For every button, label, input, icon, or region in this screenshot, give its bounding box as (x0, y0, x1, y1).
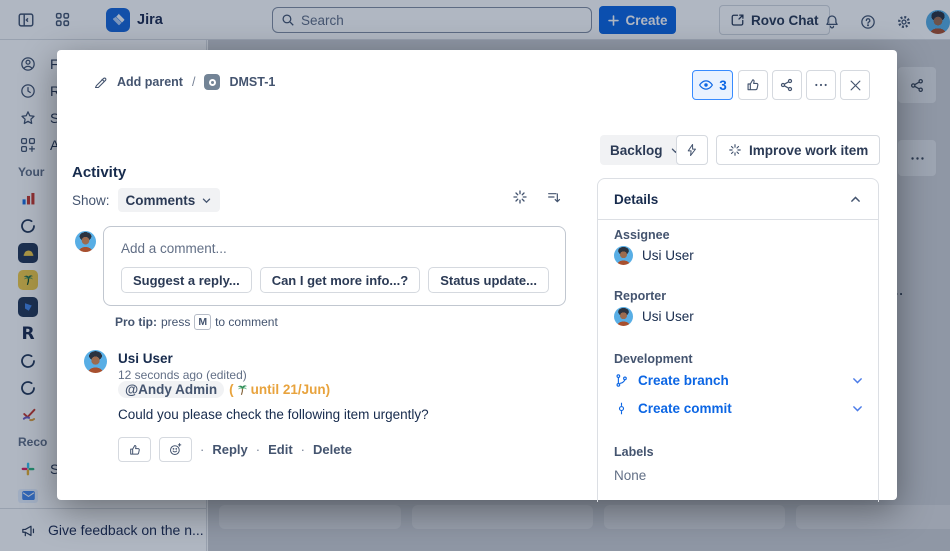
chevron-up-icon (849, 193, 862, 206)
assignee-field[interactable]: Usi User (614, 246, 694, 265)
commit-icon (614, 401, 629, 416)
action-separator: · (301, 442, 305, 457)
more-options-icon[interactable] (806, 70, 836, 100)
ooo-text: until 21/Jun) (251, 382, 331, 397)
edit-button[interactable]: Edit (268, 442, 293, 457)
like-thumbs-up-icon[interactable] (738, 70, 768, 100)
ai-sparkle-icon (728, 143, 742, 157)
status-update-button[interactable]: Status update... (428, 267, 549, 293)
comment-timestamp: 12 seconds ago (edited) (118, 368, 247, 382)
action-separator: · (200, 442, 204, 457)
breadcrumb-separator: / (192, 75, 195, 89)
issue-key[interactable]: DMST-1 (229, 75, 275, 89)
reporter-value: Usi User (642, 309, 694, 324)
more-info-button[interactable]: Can I get more info...? (260, 267, 421, 293)
work-type-icon (204, 74, 220, 90)
development-label: Development (614, 352, 693, 366)
ai-summarize-icon[interactable] (512, 189, 528, 205)
comment-author-name[interactable]: Usi User (118, 351, 173, 366)
chevron-down-icon[interactable] (851, 374, 864, 387)
watchers-count: 3 (719, 78, 727, 93)
labels-label: Labels (614, 445, 654, 459)
current-user-avatar (75, 231, 96, 252)
suggest-reply-button[interactable]: Suggest a reply... (121, 267, 252, 293)
comment-author-avatar (84, 350, 107, 373)
mention-pill[interactable]: @Andy Admin (118, 381, 224, 398)
share-icon[interactable] (772, 70, 802, 100)
create-commit-label: Create commit (638, 401, 842, 416)
sort-order-icon[interactable] (546, 189, 562, 205)
action-separator: · (256, 442, 260, 457)
delete-button[interactable]: Delete (313, 442, 352, 457)
activity-filter-dropdown[interactable]: Comments (118, 188, 221, 212)
automation-bolt-icon[interactable] (676, 135, 708, 165)
details-panel: Details Assignee Usi User Reporter Usi U… (597, 178, 879, 502)
reply-button[interactable]: Reply (212, 442, 247, 457)
activity-filter-value: Comments (126, 193, 196, 208)
chevron-down-icon (201, 195, 212, 206)
edit-pencil-icon[interactable] (93, 75, 108, 90)
create-commit-button[interactable]: Create commit (614, 401, 864, 416)
assignee-value: Usi User (642, 248, 694, 263)
pro-tip: Pro tip: press M to comment (115, 314, 278, 330)
add-reaction-icon[interactable] (159, 437, 192, 462)
labels-value[interactable]: None (614, 468, 646, 483)
watchers-button[interactable]: 3 (692, 70, 733, 100)
improve-work-item-button[interactable]: Improve work item (716, 135, 880, 165)
reporter-field[interactable]: Usi User (614, 307, 694, 326)
close-icon[interactable] (840, 70, 870, 100)
like-thumbs-up-icon[interactable] (118, 437, 151, 462)
status-value: Backlog (610, 143, 663, 158)
pro-tip-post: to comment (215, 315, 278, 329)
ooo-prefix: ( (229, 382, 234, 397)
details-header[interactable]: Details (598, 179, 878, 220)
show-label: Show: (72, 193, 110, 208)
branch-icon (614, 373, 629, 388)
chevron-down-icon[interactable] (851, 402, 864, 415)
comment-composer[interactable]: Add a comment... Suggest a reply... Can … (103, 226, 566, 306)
keyboard-key-m: M (194, 314, 211, 330)
pro-tip-pre: press (161, 315, 190, 329)
reporter-avatar (614, 307, 633, 326)
add-parent-button[interactable]: Add parent (117, 75, 183, 89)
jira-app: Jira Create Rovo Chat (0, 0, 950, 551)
create-branch-label: Create branch (638, 373, 842, 388)
eye-icon (698, 77, 714, 93)
comment-placeholder: Add a comment... (121, 241, 227, 256)
breadcrumb: Add parent / DMST-1 (93, 74, 275, 90)
comment-body: Could you please check the following ite… (118, 407, 429, 422)
details-title: Details (614, 192, 658, 207)
assignee-avatar (614, 246, 633, 265)
assignee-label: Assignee (614, 228, 670, 242)
activity-title: Activity (72, 164, 126, 181)
reporter-label: Reporter (614, 289, 666, 303)
pro-tip-bold: Pro tip: (115, 315, 157, 329)
work-item-modal: Add parent / DMST-1 3 (57, 50, 897, 500)
palm-tree-icon (236, 383, 249, 396)
improve-label: Improve work item (749, 143, 868, 158)
out-of-office-note: ( until 21/Jun) (229, 382, 330, 397)
create-branch-button[interactable]: Create branch (614, 373, 864, 388)
